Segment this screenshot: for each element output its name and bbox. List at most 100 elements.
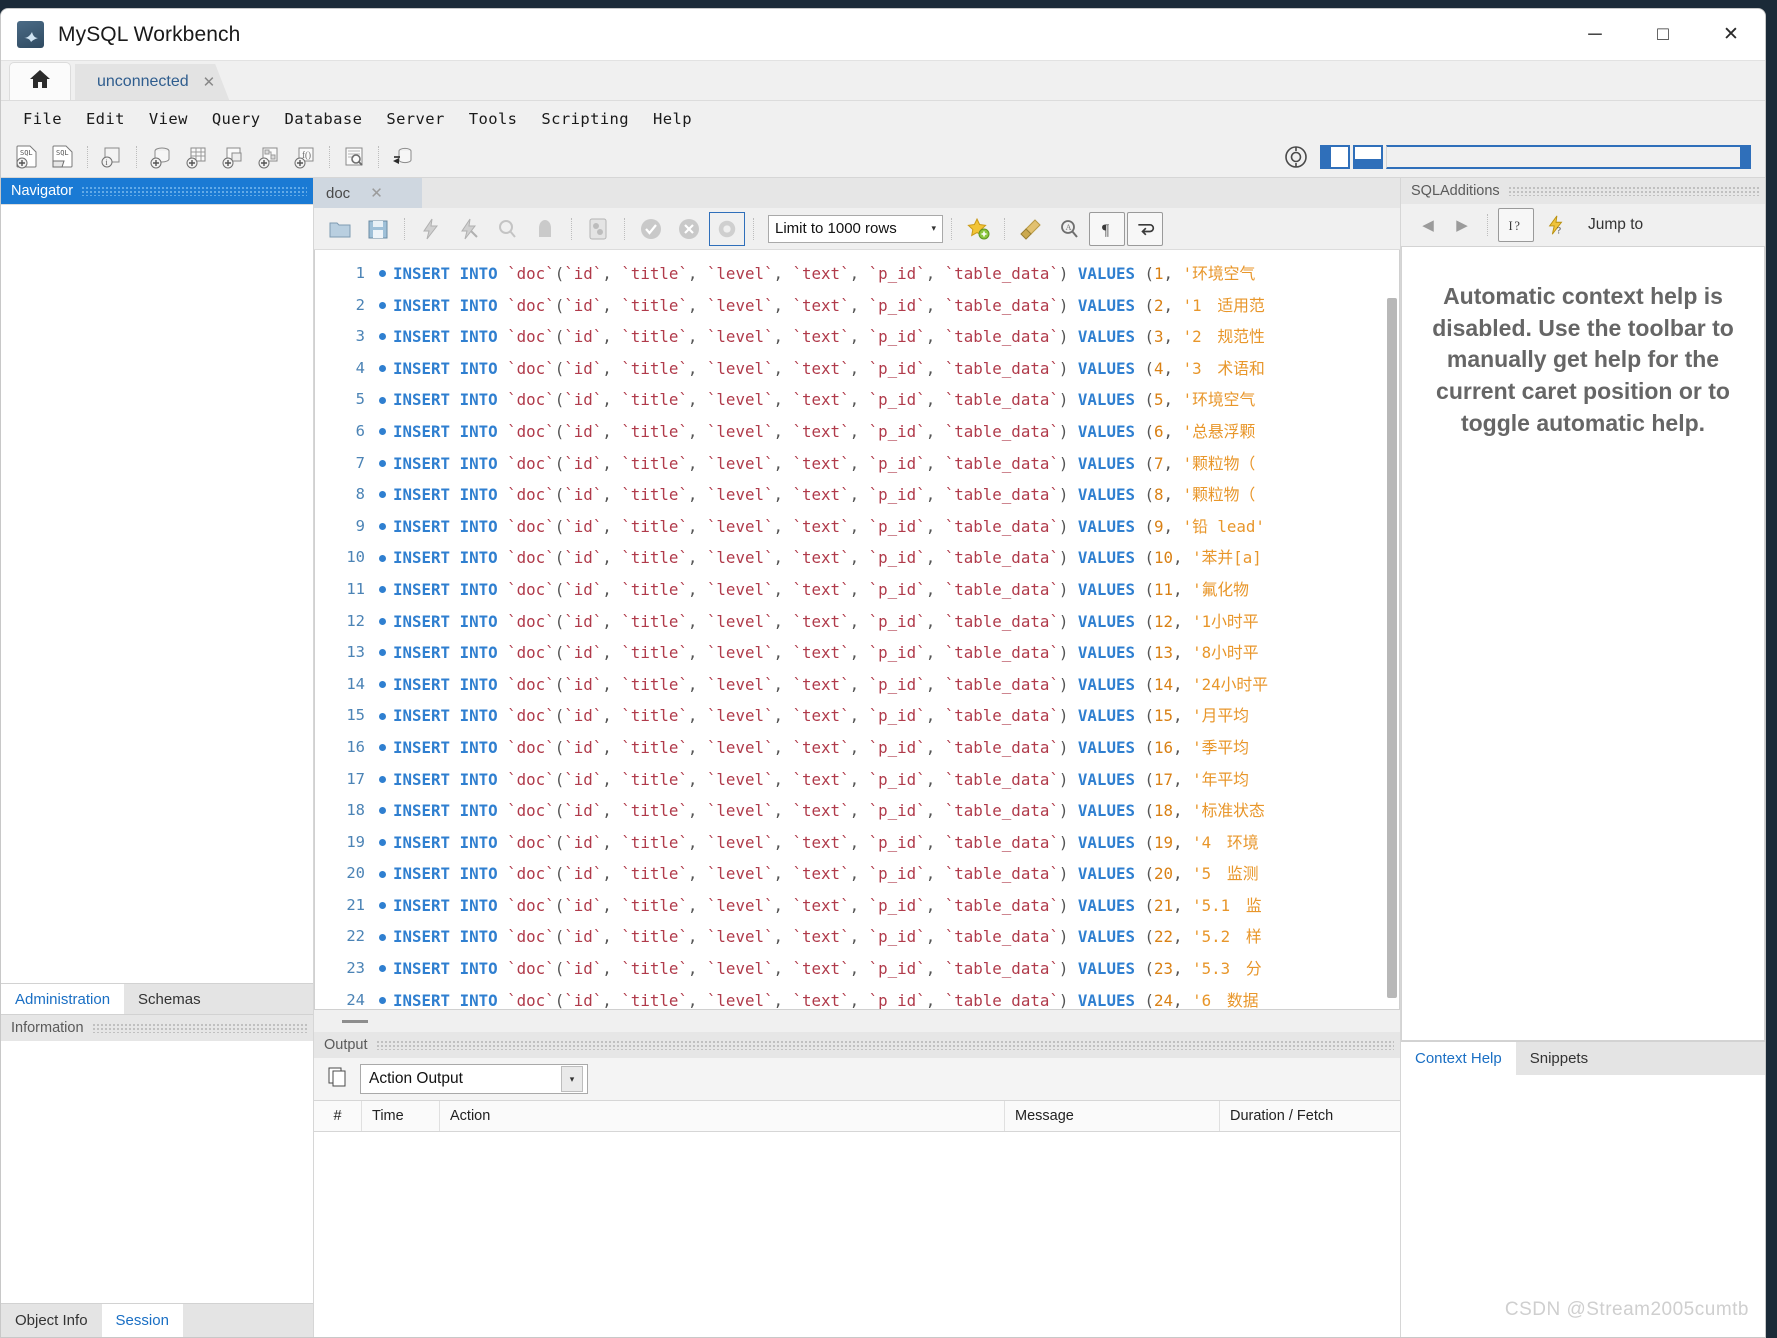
menu-view[interactable]: View [137, 108, 200, 130]
statement-marker[interactable] [371, 321, 393, 353]
output-table-body[interactable] [314, 1132, 1400, 1337]
context-help-icon[interactable]: I? [1498, 208, 1534, 242]
open-sql-script-icon[interactable]: SQL [45, 140, 81, 174]
copy-icon[interactable] [326, 1065, 350, 1094]
nav-tab-object-info[interactable]: Object Info [1, 1304, 102, 1337]
rollback-icon[interactable] [671, 212, 707, 246]
menu-scripting[interactable]: Scripting [529, 108, 641, 130]
statement-marker[interactable] [371, 795, 393, 827]
create-view-icon[interactable] [215, 140, 251, 174]
statement-marker[interactable] [371, 890, 393, 922]
automatic-help-icon[interactable]: ? [1538, 208, 1574, 242]
editor-tab-doc[interactable]: doc ✕ [314, 178, 422, 208]
forward-button[interactable]: ▶ [1447, 211, 1477, 239]
beautify-query-icon[interactable] [1013, 212, 1049, 246]
sql-line[interactable]: INSERT INTO `doc`(`id`, `title`, `level`… [393, 827, 1399, 859]
statement-marker[interactable] [371, 637, 393, 669]
statement-marker[interactable] [371, 384, 393, 416]
stop-script-icon[interactable] [527, 212, 563, 246]
sql-line[interactable]: INSERT INTO `doc`(`id`, `title`, `level`… [393, 637, 1399, 669]
statement-marker[interactable] [371, 479, 393, 511]
sql-editor[interactable]: 123456789101112131415161718192021222324 … [314, 250, 1400, 1010]
menu-query[interactable]: Query [200, 108, 273, 130]
open-file-icon[interactable] [322, 212, 358, 246]
create-table-icon[interactable] [179, 140, 215, 174]
home-tab[interactable] [9, 62, 71, 100]
nav-tab-administration[interactable]: Administration [1, 984, 124, 1014]
sql-line[interactable]: INSERT INTO `doc`(`id`, `title`, `level`… [393, 384, 1399, 416]
sql-line[interactable]: INSERT INTO `doc`(`id`, `title`, `level`… [393, 858, 1399, 890]
help-circle-icon[interactable] [1278, 140, 1314, 174]
statement-marker[interactable] [371, 764, 393, 796]
chevron-down-icon[interactable]: ▾ [561, 1066, 583, 1092]
sql-line[interactable]: INSERT INTO `doc`(`id`, `title`, `level`… [393, 353, 1399, 385]
connection-tab-unconnected[interactable]: unconnected ✕ [75, 64, 229, 100]
menu-edit[interactable]: Edit [74, 108, 137, 130]
toggle-secondary-sidebar-icon[interactable] [1386, 145, 1751, 169]
nav-tab-session[interactable]: Session [102, 1304, 183, 1337]
menu-file[interactable]: File [11, 108, 74, 130]
execute-statement-icon[interactable] [451, 212, 487, 246]
sql-line[interactable]: INSERT INTO `doc`(`id`, `title`, `level`… [393, 985, 1399, 1009]
sql-line[interactable]: INSERT INTO `doc`(`id`, `title`, `level`… [393, 669, 1399, 701]
statement-marker[interactable] [371, 606, 393, 638]
explain-query-icon[interactable] [489, 212, 525, 246]
save-file-icon[interactable] [360, 212, 396, 246]
editor-vertical-scrollbar[interactable] [1387, 258, 1397, 1001]
sql-line[interactable]: INSERT INTO `doc`(`id`, `title`, `level`… [393, 574, 1399, 606]
statement-marker[interactable] [371, 953, 393, 985]
sql-line[interactable]: INSERT INTO `doc`(`id`, `title`, `level`… [393, 921, 1399, 953]
statement-marker[interactable] [371, 542, 393, 574]
statement-marker[interactable] [371, 574, 393, 606]
chevron-down-icon[interactable]: ▾ [931, 223, 936, 234]
menu-server[interactable]: Server [374, 108, 456, 130]
toggle-autocommit-icon[interactable] [709, 212, 745, 246]
statement-marker[interactable] [371, 416, 393, 448]
tab-context-help[interactable]: Context Help [1401, 1042, 1516, 1075]
statement-marker[interactable] [371, 353, 393, 385]
sql-line[interactable]: INSERT INTO `doc`(`id`, `title`, `level`… [393, 511, 1399, 543]
sql-line[interactable]: INSERT INTO `doc`(`id`, `title`, `level`… [393, 448, 1399, 480]
close-icon[interactable]: ✕ [203, 73, 216, 91]
sql-line[interactable]: INSERT INTO `doc`(`id`, `title`, `level`… [393, 890, 1399, 922]
add-snippet-icon[interactable] [960, 212, 996, 246]
menu-help[interactable]: Help [641, 108, 704, 130]
statement-marker[interactable] [371, 827, 393, 859]
toggle-wrapping-icon[interactable] [1127, 212, 1163, 246]
sql-line[interactable]: INSERT INTO `doc`(`id`, `title`, `level`… [393, 321, 1399, 353]
minimize-button[interactable]: ─ [1561, 9, 1629, 61]
maximize-button[interactable]: □ [1629, 9, 1697, 61]
navigator-tree[interactable] [1, 204, 313, 983]
back-button[interactable]: ◀ [1413, 211, 1443, 239]
statement-marker[interactable] [371, 290, 393, 322]
toggle-output-icon[interactable] [1353, 145, 1383, 169]
reconnect-dbms-icon[interactable] [385, 140, 421, 174]
commit-icon[interactable] [633, 212, 669, 246]
toggle-sidebar-icon[interactable] [1320, 145, 1350, 169]
close-icon[interactable]: ✕ [370, 184, 383, 202]
sql-code-content[interactable]: INSERT INTO `doc`(`id`, `title`, `level`… [393, 250, 1399, 1009]
tab-snippets[interactable]: Snippets [1516, 1042, 1602, 1075]
nav-tab-schemas[interactable]: Schemas [124, 984, 215, 1014]
statement-marker[interactable] [371, 858, 393, 890]
statement-marker[interactable] [371, 669, 393, 701]
statement-marker[interactable] [371, 700, 393, 732]
editor-resize-grip[interactable] [314, 1010, 1400, 1032]
statement-marker[interactable] [371, 921, 393, 953]
statement-marker[interactable] [371, 258, 393, 290]
sql-line[interactable]: INSERT INTO `doc`(`id`, `title`, `level`… [393, 479, 1399, 511]
sql-line[interactable]: INSERT INTO `doc`(`id`, `title`, `level`… [393, 953, 1399, 985]
find-icon[interactable]: A [1051, 212, 1087, 246]
statement-marker[interactable] [371, 448, 393, 480]
statement-marker[interactable] [371, 511, 393, 543]
sql-line[interactable]: INSERT INTO `doc`(`id`, `title`, `level`… [393, 416, 1399, 448]
sql-line[interactable]: INSERT INTO `doc`(`id`, `title`, `level`… [393, 542, 1399, 574]
sql-line[interactable]: INSERT INTO `doc`(`id`, `title`, `level`… [393, 258, 1399, 290]
sql-line[interactable]: INSERT INTO `doc`(`id`, `title`, `level`… [393, 290, 1399, 322]
sql-line[interactable]: INSERT INTO `doc`(`id`, `title`, `level`… [393, 606, 1399, 638]
sql-line[interactable]: INSERT INTO `doc`(`id`, `title`, `level`… [393, 700, 1399, 732]
sql-line[interactable]: INSERT INTO `doc`(`id`, `title`, `level`… [393, 764, 1399, 796]
search-data-icon[interactable] [336, 140, 372, 174]
limit-rows-select[interactable]: Limit to 1000 rows ▾ [768, 215, 943, 243]
execute-script-icon[interactable] [413, 212, 449, 246]
